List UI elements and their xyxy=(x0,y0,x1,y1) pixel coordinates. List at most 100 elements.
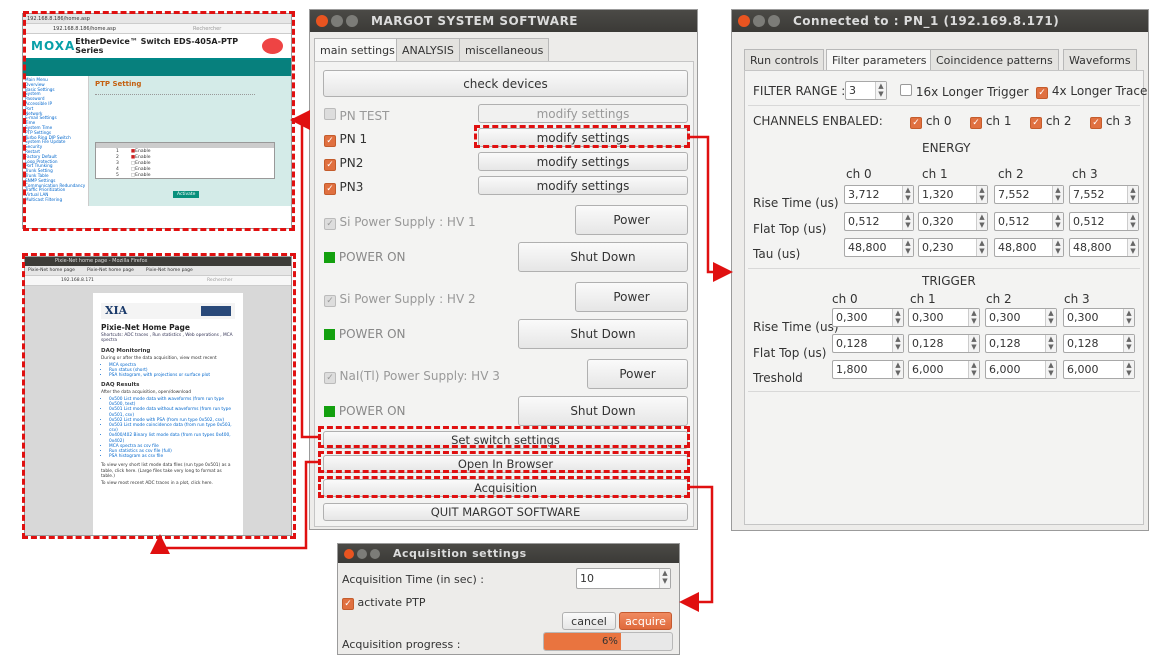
tab-run-controls[interactable]: Run controls xyxy=(744,49,825,71)
trigger-spinbox[interactable]: 0,300 ▲ ▼ xyxy=(1063,308,1135,327)
tab-miscellaneous[interactable]: miscellaneous xyxy=(459,38,550,62)
row-label: Treshold xyxy=(753,371,803,385)
col-header: ch 2 xyxy=(986,292,1012,306)
minimize-icon[interactable] xyxy=(331,15,343,27)
trigger-spinbox[interactable]: 0,128 ▲ ▼ xyxy=(985,334,1057,353)
modify-highlight xyxy=(474,125,690,148)
trigger-spinbox[interactable]: 6,000 ▲ ▼ xyxy=(908,360,980,379)
energy-spinbox[interactable]: 7,552 ▲ ▼ xyxy=(1069,185,1139,204)
checkbox[interactable]: ✓ xyxy=(1090,117,1102,129)
longer-trigger-option: 16x Longer Trigger xyxy=(900,84,1029,99)
checkbox[interactable]: ✓ xyxy=(342,598,354,610)
trigger-spinbox[interactable]: 6,000 ▲ ▼ xyxy=(985,360,1057,379)
filter-range-label: FILTER RANGE : xyxy=(753,84,846,98)
trigger-spinbox[interactable]: 0,128 ▲ ▼ xyxy=(908,334,980,353)
xia-highlight xyxy=(22,253,296,539)
col-header: ch 3 xyxy=(1064,292,1090,306)
supply-hv2: ✓ Si Power Supply : HV 2 xyxy=(324,292,476,307)
modify-settings-button[interactable]: modify settings xyxy=(478,152,688,171)
progress-bar: 6% xyxy=(543,632,673,651)
tab-filter-parameters[interactable]: Filter parameters xyxy=(826,49,933,71)
supply-hv3: ✓ NaI(Tl) Power Supply: HV 3 xyxy=(324,369,500,384)
energy-spinbox[interactable]: 0,320 ▲ ▼ xyxy=(918,212,988,231)
window-title: MARGOT SYSTEM SOFTWARE xyxy=(371,14,579,28)
maximize-icon[interactable] xyxy=(346,15,358,27)
cancel-button[interactable]: cancel xyxy=(562,612,616,630)
checkbox[interactable]: ✓ xyxy=(324,159,336,171)
trigger-spinbox[interactable]: 0,300 ▲ ▼ xyxy=(908,308,980,327)
row-label: Rise Time (us) xyxy=(753,320,839,334)
quit-button[interactable]: QUIT MARGOT SOFTWARE xyxy=(323,503,688,521)
shut-down-button[interactable]: Shut Down xyxy=(518,396,688,426)
tab-coincidence-patterns[interactable]: Coincidence patterns xyxy=(930,49,1059,71)
power-button[interactable]: Power xyxy=(587,359,688,389)
supply-hv1: ✓ Si Power Supply : HV 1 xyxy=(324,215,476,230)
checkbox[interactable]: ✓ xyxy=(970,117,982,129)
power-button[interactable]: Power xyxy=(575,282,688,312)
checkbox[interactable]: ✓ xyxy=(910,117,922,129)
close-icon[interactable] xyxy=(316,15,328,27)
energy-spinbox[interactable]: 0,512 ▲ ▼ xyxy=(1069,212,1139,231)
acq-title-bar: Acquisition settings xyxy=(338,544,679,563)
pn1-title-bar: Connected to : PN_1 (192.169.8.171) xyxy=(732,10,1148,32)
trigger-spinbox[interactable]: 0,300 ▲ ▼ xyxy=(985,308,1057,327)
acq-time-label: Acquisition Time (in sec) : xyxy=(342,573,485,586)
energy-spinbox[interactable]: 48,800 ▲ ▼ xyxy=(994,238,1064,257)
power-button[interactable]: Power xyxy=(575,205,688,235)
trigger-spinbox[interactable]: 1,800 ▲ ▼ xyxy=(832,360,904,379)
status-led-icon xyxy=(324,252,335,263)
modify-settings-button[interactable]: modify settings xyxy=(478,104,688,123)
checkbox[interactable]: ✓ xyxy=(324,135,336,147)
acq-time-spinbox[interactable]: 10 ▲ ▼ xyxy=(576,568,671,589)
modify-settings-button[interactable]: modify settings xyxy=(478,176,688,195)
minimize-icon[interactable] xyxy=(753,15,765,27)
maximize-icon[interactable] xyxy=(768,15,780,27)
energy-spinbox[interactable]: 48,800 ▲ ▼ xyxy=(1069,238,1139,257)
window-title: Connected to : PN_1 (192.169.8.171) xyxy=(793,14,1060,28)
energy-spinbox[interactable]: 0,512 ▲ ▼ xyxy=(994,212,1064,231)
maximize-icon[interactable] xyxy=(370,548,380,559)
row-label: Tau (us) xyxy=(753,247,801,261)
checkbox[interactable]: ✓ xyxy=(324,372,336,384)
checkbox[interactable] xyxy=(900,84,912,96)
close-icon[interactable] xyxy=(344,548,354,559)
power-status: POWER ON xyxy=(324,327,406,341)
checkbox[interactable]: ✓ xyxy=(1036,87,1048,99)
checkbox[interactable]: ✓ xyxy=(324,295,336,307)
energy-spinbox[interactable]: 0,230 ▲ ▼ xyxy=(918,238,988,257)
trigger-spinbox[interactable]: 6,000 ▲ ▼ xyxy=(1063,360,1135,379)
energy-spinbox[interactable]: 7,552 ▲ ▼ xyxy=(994,185,1064,204)
trigger-spinbox[interactable]: 0,128 ▲ ▼ xyxy=(832,334,904,353)
trigger-title: TRIGGER xyxy=(922,274,976,288)
trigger-spinbox[interactable]: 0,128 ▲ ▼ xyxy=(1063,334,1135,353)
checkbox[interactable]: ✓ xyxy=(324,218,336,230)
pn1-window: Connected to : PN_1 (192.169.8.171) Run … xyxy=(731,9,1149,531)
energy-spinbox[interactable]: 1,320 ▲ ▼ xyxy=(918,185,988,204)
tab-main-settings[interactable]: main settings xyxy=(314,38,401,62)
minimize-icon[interactable] xyxy=(357,548,367,559)
spin-arrows-icon[interactable]: ▲ ▼ xyxy=(875,82,886,99)
power-status: POWER ON xyxy=(324,404,406,418)
shut-down-button[interactable]: Shut Down xyxy=(518,242,688,272)
channel-option: ✓ ch 2 xyxy=(1030,114,1071,129)
acquisition-highlight xyxy=(318,476,690,498)
trigger-spinbox[interactable]: 0,300 ▲ ▼ xyxy=(832,308,904,327)
close-icon[interactable] xyxy=(738,15,750,27)
shut-down-button[interactable]: Shut Down xyxy=(518,319,688,349)
checkbox[interactable]: ✓ xyxy=(324,183,336,195)
filter-range-spinbox[interactable]: 3 ▲ ▼ xyxy=(845,81,887,100)
energy-spinbox[interactable]: 3,712 ▲ ▼ xyxy=(844,185,914,204)
tab-waveforms[interactable]: Waveforms xyxy=(1063,49,1137,71)
check-devices-button[interactable]: check devices xyxy=(323,70,688,97)
device-row-pn3: ✓ PN3 xyxy=(324,180,363,195)
checkbox[interactable]: ✓ xyxy=(1030,117,1042,129)
progress-text: 6% xyxy=(602,636,618,647)
tab-analysis[interactable]: ANALYSIS xyxy=(396,38,460,62)
checkbox[interactable] xyxy=(324,108,336,120)
acquire-button[interactable]: acquire xyxy=(619,612,672,630)
row-label: Flat Top (us) xyxy=(753,222,827,236)
energy-spinbox[interactable]: 0,512 ▲ ▼ xyxy=(844,212,914,231)
col-header: ch 2 xyxy=(998,167,1024,181)
energy-spinbox[interactable]: 48,800 ▲ ▼ xyxy=(844,238,914,257)
progress-label: Acquisition progress : xyxy=(342,638,461,651)
